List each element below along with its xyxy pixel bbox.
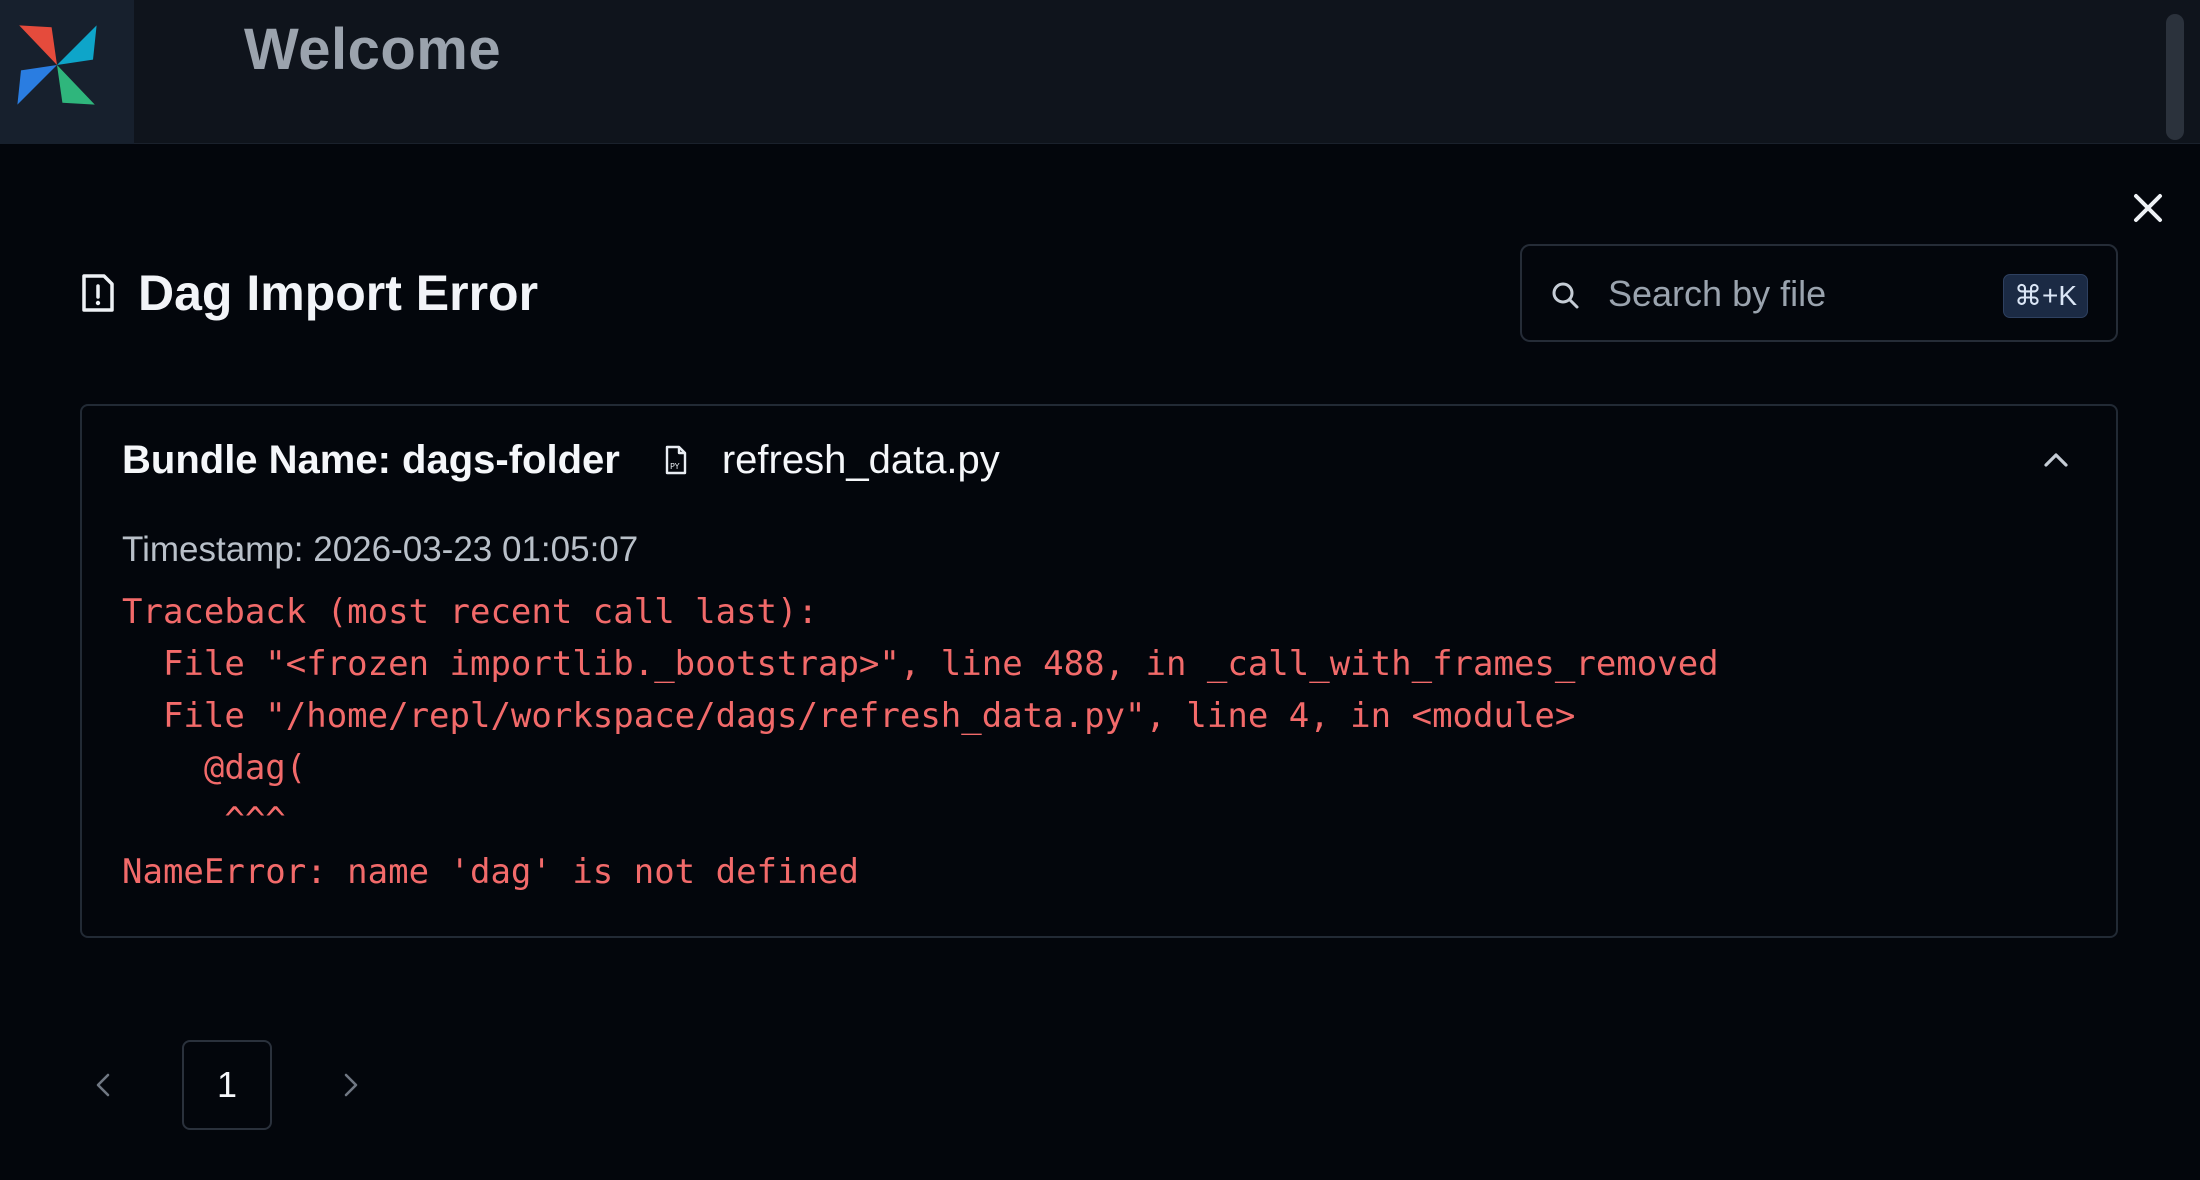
chevron-up-icon (2044, 453, 2068, 467)
app-header: Welcome (0, 0, 2200, 144)
chevron-right-icon (344, 1073, 358, 1097)
page-number-button[interactable]: 1 (182, 1040, 272, 1130)
chevron-left-icon (96, 1073, 110, 1097)
error-timestamp: Timestamp: 2026-03-23 01:05:07 (122, 530, 639, 569)
file-name: refresh_data.py (721, 437, 1000, 482)
file-alert-icon (80, 272, 116, 314)
previous-page-button[interactable] (80, 1061, 128, 1109)
import-error-modal: Dag Import Error ⌘+K Bundle Name: dags-f… (0, 144, 2200, 1180)
scrollbar[interactable] (2166, 14, 2184, 140)
close-icon (2134, 194, 2162, 222)
collapse-button[interactable] (2036, 440, 2076, 480)
airflow-logo[interactable] (0, 0, 134, 144)
import-error-card: Bundle Name: dags-folder PY refresh_data… (80, 404, 2118, 938)
next-page-button[interactable] (326, 1061, 374, 1109)
bundle-name: Bundle Name: dags-folder (122, 437, 620, 482)
close-button[interactable] (2124, 184, 2172, 232)
airflow-pinwheel-icon (17, 25, 97, 105)
keyboard-shortcut-badge: ⌘+K (2002, 274, 2088, 318)
search-box[interactable]: ⌘+K (1520, 244, 2118, 342)
python-file-icon: PY (664, 445, 688, 475)
modal-title: Dag Import Error (138, 265, 539, 321)
traceback-text: Traceback (most recent call last): File … (122, 592, 1719, 892)
pagination: 1 (80, 1040, 374, 1130)
search-input[interactable] (1606, 264, 2006, 324)
modal-title-row: Dag Import Error (80, 264, 538, 322)
error-card-header[interactable]: Bundle Name: dags-folder PY refresh_data… (122, 428, 1000, 492)
page-title: Welcome (244, 17, 502, 82)
svg-text:PY: PY (670, 462, 680, 471)
search-icon (1552, 282, 1579, 309)
